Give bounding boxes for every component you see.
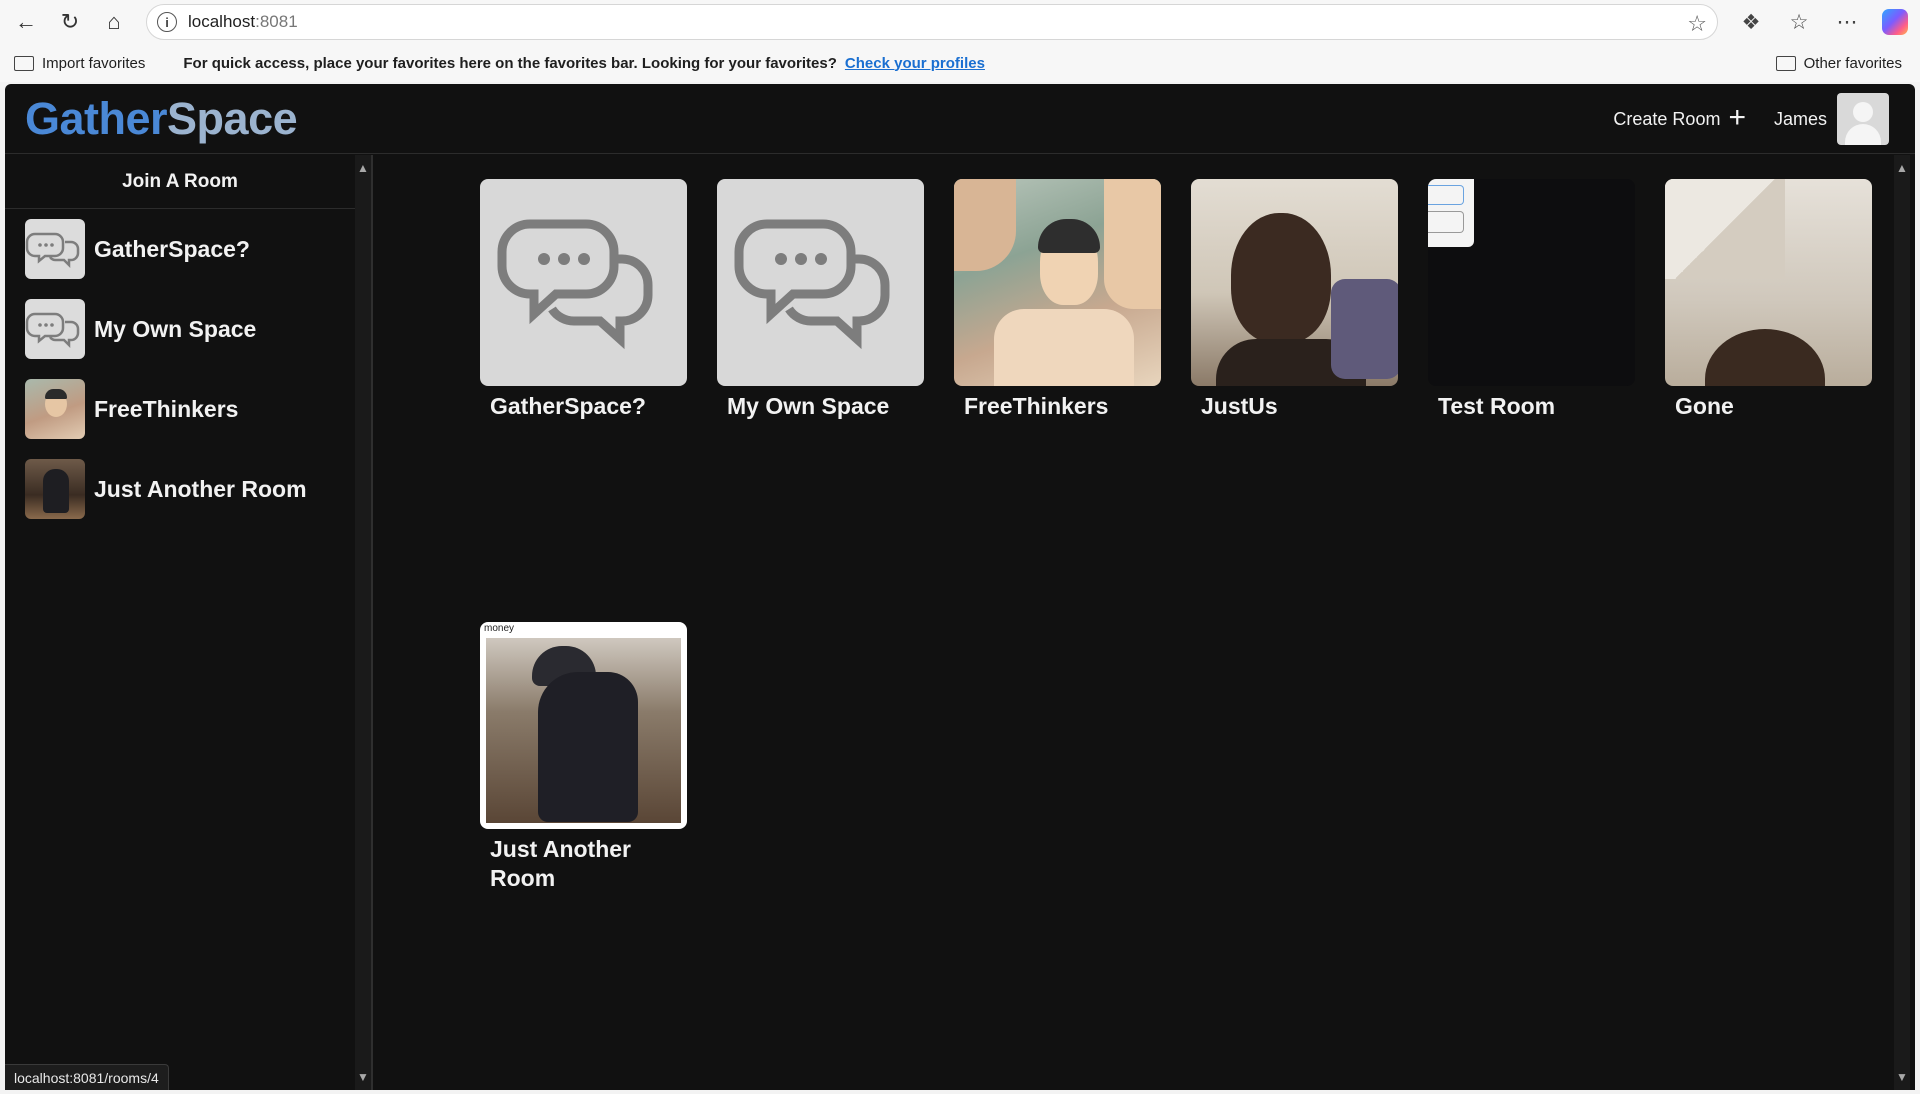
room-card-freethinkers[interactable]: FreeThinkers xyxy=(954,179,1161,421)
sidebar-item-just-another-room[interactable]: Just Another Room xyxy=(5,449,355,529)
folder-icon xyxy=(1775,55,1796,71)
plus-icon: + xyxy=(1728,100,1746,134)
favorites-bar: Import favorites For quick access, place… xyxy=(0,44,1920,82)
sidebar-divider xyxy=(371,155,373,1090)
scroll-up-icon[interactable]: ▲ xyxy=(1894,161,1910,175)
sidebar-item-label: FreeThinkers xyxy=(94,395,239,422)
browser-toolbar: ← ↻ ⌂ i localhost:8081 ☆ ❖ ☆ ⋯ xyxy=(0,0,1920,44)
scroll-up-icon[interactable]: ▲ xyxy=(355,161,371,175)
logo-part-space: Space xyxy=(167,92,298,144)
create-room-label: Create Room xyxy=(1613,108,1721,129)
avatar[interactable] xyxy=(1837,93,1889,145)
scroll-down-icon[interactable]: ▼ xyxy=(1894,1070,1910,1084)
browser-tools: ❖ ☆ ⋯ xyxy=(1734,4,1912,40)
import-favorites-button[interactable]: Import favorites xyxy=(14,55,145,72)
room-thumbnail-image xyxy=(1191,179,1398,386)
sidebar-item-my-own-space[interactable]: My Own Space xyxy=(5,289,355,369)
sidebar-scrollbar[interactable]: ▲ ▼ xyxy=(355,155,371,1090)
sidebar-title: Join A Room xyxy=(5,155,355,209)
app-viewport: GatherSpace Create Room + James Join A R… xyxy=(5,84,1915,1090)
extensions-icon[interactable]: ❖ xyxy=(1734,5,1768,39)
favorites-bar-message: For quick access, place your favorites h… xyxy=(183,54,837,72)
back-icon[interactable]: ← xyxy=(8,4,44,40)
chat-icon xyxy=(25,219,85,279)
room-thumbnail-image: money xyxy=(480,622,687,829)
import-icon xyxy=(14,55,34,71)
room-card-my-own-space[interactable]: My Own Space xyxy=(717,179,924,421)
sidebar-item-label: GatherSpace? xyxy=(94,235,250,262)
user-name[interactable]: James xyxy=(1774,109,1827,130)
room-card-test-room[interactable]: Test Room xyxy=(1428,179,1635,421)
sidebar-item-freethinkers[interactable]: FreeThinkers xyxy=(5,369,355,449)
room-card-justus[interactable]: JustUs xyxy=(1191,179,1398,421)
url-host: localhost xyxy=(188,12,256,31)
address-bar[interactable]: i localhost:8081 ☆ xyxy=(146,4,1718,40)
other-favorites-button[interactable]: Other favorites xyxy=(1775,54,1902,72)
other-favorites-label: Other favorites xyxy=(1803,54,1902,72)
status-bar-url: localhost:8081/rooms/4 xyxy=(5,1064,169,1090)
room-card-label: GatherSpace? xyxy=(490,393,646,419)
room-card-gone[interactable]: Gone xyxy=(1665,179,1872,421)
url-port: :8081 xyxy=(255,12,298,31)
scroll-down-icon[interactable]: ▼ xyxy=(355,1070,371,1084)
chat-icon xyxy=(25,299,85,359)
avatar-head-shape xyxy=(1853,102,1873,122)
chat-icon xyxy=(480,179,687,386)
header-actions: Create Room + James xyxy=(1613,93,1889,145)
add-favorite-star-icon[interactable]: ☆ xyxy=(1687,11,1707,37)
sidebar-item-gatherspace[interactable]: GatherSpace? xyxy=(5,209,355,289)
room-card-label: My Own Space xyxy=(727,393,890,419)
check-profiles-link[interactable]: Check your profiles xyxy=(845,55,985,72)
home-icon[interactable]: ⌂ xyxy=(96,4,132,40)
thumbnail-caption: money xyxy=(484,623,515,634)
favorites-icon[interactable]: ☆ xyxy=(1782,5,1816,39)
main-scrollbar[interactable]: ▲ ▼ xyxy=(1894,155,1910,1090)
logo[interactable]: GatherSpace xyxy=(25,92,298,145)
site-info-icon[interactable]: i xyxy=(157,12,177,32)
room-card-gatherspace[interactable]: GatherSpace? xyxy=(480,179,687,421)
create-room-button[interactable]: Create Room + xyxy=(1613,100,1746,134)
app-header: GatherSpace Create Room + James xyxy=(5,84,1915,154)
room-thumbnail-image xyxy=(954,179,1161,386)
avatar-body-shape xyxy=(1845,124,1881,145)
room-card-label: Gone xyxy=(1675,393,1734,419)
room-thumbnail-image xyxy=(25,379,85,439)
room-card-label: FreeThinkers xyxy=(964,393,1109,419)
room-thumbnail-image xyxy=(1665,179,1872,386)
room-card-label: Test Room xyxy=(1438,393,1556,419)
import-favorites-label: Import favorites xyxy=(42,54,146,72)
more-options-icon[interactable]: ⋯ xyxy=(1830,5,1864,39)
refresh-icon[interactable]: ↻ xyxy=(52,4,88,40)
room-card-just-another-room[interactable]: money Just Another Room xyxy=(480,622,687,893)
logo-part-gather: Gather xyxy=(25,92,168,144)
room-thumbnail-image xyxy=(25,459,85,519)
sidebar-item-label: Just Another Room xyxy=(94,475,307,502)
copilot-icon[interactable] xyxy=(1878,5,1912,39)
sidebar: Join A Room GatherSpace? My Own Space Fr… xyxy=(5,155,355,1090)
room-card-label: JustUs xyxy=(1201,393,1278,419)
sidebar-item-label: My Own Space xyxy=(94,315,257,342)
room-card-label: Just Another Room xyxy=(490,836,631,891)
chat-icon xyxy=(717,179,924,386)
room-thumbnail-image xyxy=(1428,179,1635,386)
